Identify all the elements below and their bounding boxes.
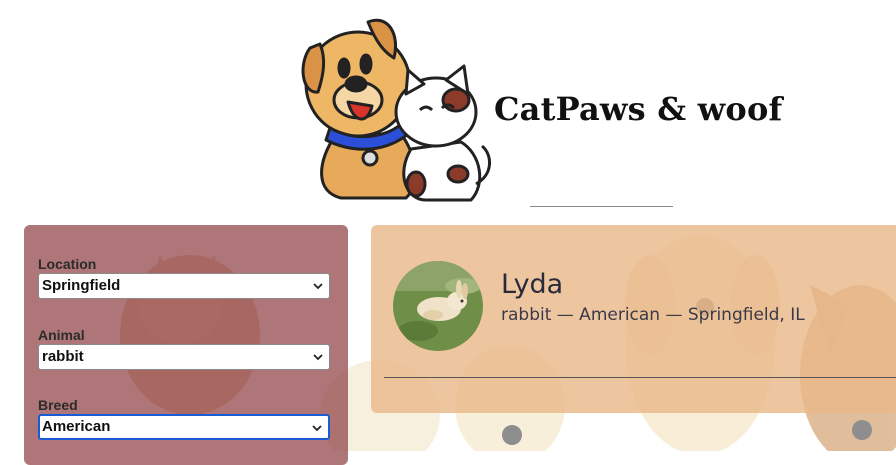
pet-photo[interactable]	[393, 261, 483, 351]
pet-name[interactable]: Lyda	[501, 269, 563, 300]
header-divider	[530, 206, 673, 207]
pet-result-card[interactable]: Lyda rabbit — American — Springfield, IL	[371, 225, 896, 413]
site-logo[interactable]	[296, 14, 496, 206]
chevron-down-icon	[313, 354, 323, 361]
animal-field: Animal rabbit	[38, 327, 330, 370]
location-field: Location Springfield	[38, 256, 330, 299]
brand-name: CatPaws & woof	[494, 90, 783, 128]
pet-details: rabbit — American — Springfield, IL	[501, 305, 805, 325]
breed-value: American	[42, 418, 111, 435]
location-select[interactable]: Springfield	[38, 273, 330, 299]
chevron-down-icon	[313, 283, 323, 290]
breed-select[interactable]: American	[38, 414, 330, 440]
search-panel: Location Springfield Animal rabbit Breed…	[24, 225, 348, 465]
location-value: Springfield	[42, 277, 121, 294]
animal-value: rabbit	[42, 348, 84, 365]
chevron-down-icon	[312, 425, 322, 432]
animal-select[interactable]: rabbit	[38, 344, 330, 370]
animal-label: Animal	[38, 327, 85, 343]
location-label: Location	[38, 256, 97, 272]
breed-field: Breed American	[38, 397, 330, 440]
breed-label: Breed	[38, 397, 78, 413]
card-divider	[384, 377, 896, 378]
